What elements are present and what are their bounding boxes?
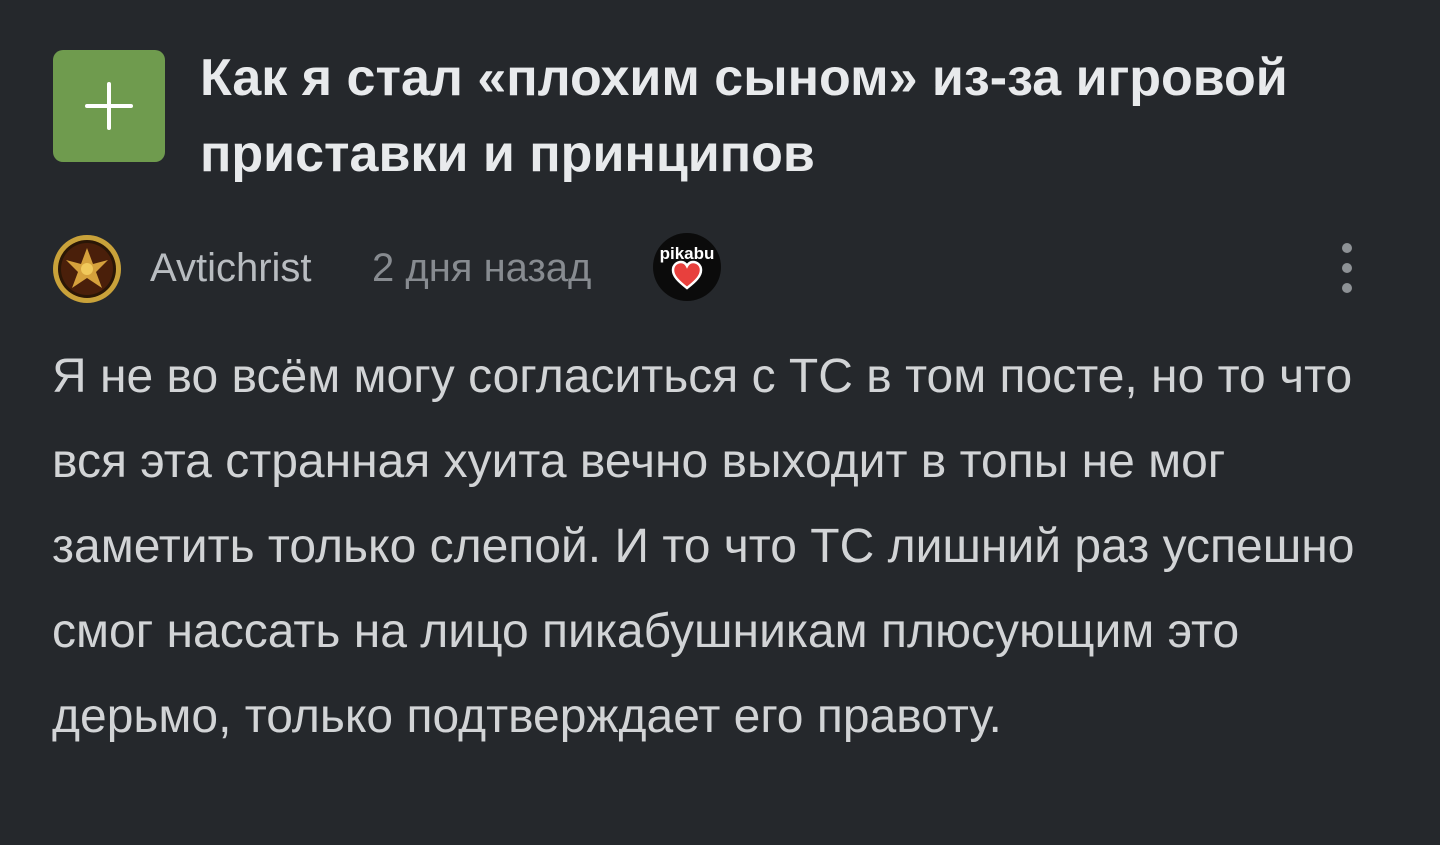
comment-header: Avtichrist 2 дня назад pikabu bbox=[52, 232, 1392, 304]
pikabu-heart-badge-icon: pikabu bbox=[653, 233, 721, 301]
post-title[interactable]: Как я стал «плохим сыном» из-за игровой … bbox=[200, 40, 1400, 192]
avatar-emblem-icon bbox=[53, 235, 121, 303]
plus-icon bbox=[85, 82, 133, 130]
comment-menu-button[interactable] bbox=[1332, 238, 1362, 298]
pikabu-badge[interactable]: pikabu bbox=[652, 232, 722, 302]
avatar[interactable] bbox=[52, 234, 122, 304]
add-post-button[interactable] bbox=[53, 50, 165, 162]
badge-text: pikabu bbox=[660, 244, 715, 263]
more-vertical-icon bbox=[1342, 243, 1352, 293]
comment-author[interactable]: Avtichrist bbox=[150, 244, 312, 292]
comment-text: Я не во всём могу согласиться с ТС в том… bbox=[52, 350, 1355, 743]
comment-time: 2 дня назад bbox=[372, 246, 592, 290]
